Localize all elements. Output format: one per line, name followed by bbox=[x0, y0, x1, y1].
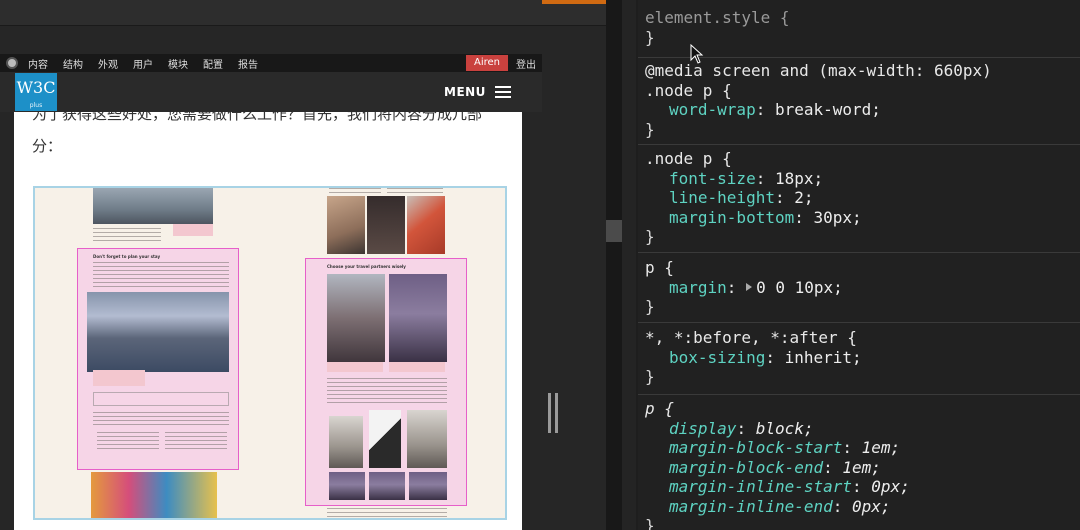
photo-dog bbox=[329, 416, 363, 468]
css-selector: p { bbox=[645, 258, 674, 277]
css-close-brace: } bbox=[645, 297, 655, 316]
admin-nav-modules[interactable]: 模块 bbox=[168, 56, 188, 71]
css-declaration: margin-inline-start: 0px; bbox=[669, 477, 910, 496]
photo-caption bbox=[93, 370, 145, 386]
text-block bbox=[93, 262, 229, 288]
admin-nav-config[interactable]: 配置 bbox=[203, 56, 223, 71]
figure-heading-right: Choose your travel partners wisely bbox=[327, 264, 406, 269]
css-rule-node-p[interactable]: .node p { font-size: 18px; line-height: … bbox=[638, 145, 1080, 253]
article-paragraph-line: 为了获得这些好处，您需要做什么工作？首先，我们将内容分成几部 bbox=[32, 112, 483, 123]
css-close-brace: } bbox=[645, 516, 655, 530]
photo-thumb bbox=[329, 472, 365, 500]
devtools-gutter bbox=[606, 0, 622, 530]
browser-top-strip bbox=[0, 0, 606, 26]
admin-user-area: Airen 登出 bbox=[465, 54, 542, 72]
photo-thumb bbox=[369, 472, 405, 500]
css-selector: .node p { bbox=[645, 149, 732, 168]
css-declaration[interactable]: line-height: 2; bbox=[645, 188, 1080, 208]
article-paragraph-line: 分： bbox=[32, 137, 63, 155]
photo-coast bbox=[389, 274, 447, 362]
site-header: W3C plus MENU bbox=[0, 72, 542, 112]
css-declaration[interactable]: font-size: 18px; bbox=[645, 169, 1080, 189]
quote-box bbox=[93, 392, 229, 406]
photo-abstract bbox=[369, 410, 401, 468]
menu-button[interactable]: MENU bbox=[444, 82, 511, 102]
css-declaration[interactable]: box-sizing: inherit; bbox=[645, 348, 1080, 368]
photo-portrait bbox=[327, 196, 365, 254]
admin-nav-reports[interactable]: 报告 bbox=[238, 56, 258, 71]
css-styles-panel: element.style { } @media screen and (max… bbox=[638, 0, 1080, 530]
css-selector: element.style { bbox=[645, 8, 790, 27]
admin-user-button[interactable]: Airen bbox=[465, 55, 508, 71]
css-rule-universal[interactable]: *, *:before, *:after { box-sizing: inher… bbox=[638, 323, 1080, 395]
admin-nav: 内容 结构 外观 用户 模块 配置 报告 bbox=[28, 56, 273, 71]
gutter-scroll-thumb[interactable] bbox=[606, 220, 622, 242]
text-block bbox=[93, 412, 229, 428]
css-declaration[interactable]: word-wrap: break-word; bbox=[645, 100, 1080, 120]
css-selector: *, *:before, *:after { bbox=[645, 328, 857, 347]
hamburger-icon bbox=[494, 85, 511, 99]
css-media-query: @media screen and (max-width: 660px) bbox=[645, 61, 992, 80]
css-declaration[interactable]: margin: 0 0 10px; bbox=[645, 278, 1080, 298]
site-logo-text: W3C bbox=[16, 78, 56, 97]
css-rule-element-style[interactable]: element.style { } bbox=[638, 0, 1080, 58]
admin-nav-people[interactable]: 用户 bbox=[133, 56, 153, 71]
admin-nav-content[interactable]: 内容 bbox=[28, 56, 48, 71]
css-selector: .node p { bbox=[645, 80, 732, 100]
site-logo-subtext: plus bbox=[29, 102, 43, 109]
css-declaration: margin-block-end: 1em; bbox=[669, 457, 881, 477]
admin-nav-structure[interactable]: 结构 bbox=[63, 56, 83, 71]
article-body: 为了获得这些好处，您需要做什么工作？首先，我们将内容分成几部 分： Don't … bbox=[14, 112, 522, 530]
css-declaration[interactable]: margin-bottom: 30px; bbox=[645, 208, 1080, 228]
text-block bbox=[327, 378, 447, 406]
figure-heading-left: Don't forget to plan your stay bbox=[93, 254, 161, 259]
screen: 内容 结构 外观 用户 模块 配置 报告 Airen 登出 W3C plus M… bbox=[0, 0, 1080, 530]
photo-street bbox=[93, 188, 213, 224]
photo-night bbox=[367, 196, 405, 254]
mouse-cursor-icon bbox=[690, 44, 704, 64]
photo-town bbox=[91, 472, 217, 518]
text-block bbox=[97, 432, 159, 452]
text-block bbox=[387, 188, 443, 196]
layout-illustration: Don't forget to plan your stay Choose yo… bbox=[33, 186, 507, 520]
expand-shorthand-icon[interactable] bbox=[746, 283, 753, 291]
photo-caption bbox=[327, 362, 383, 372]
admin-toolbar: 内容 结构 外观 用户 模块 配置 报告 Airen 登出 bbox=[0, 54, 542, 72]
text-block bbox=[329, 188, 381, 196]
browser-viewport: 内容 结构 外观 用户 模块 配置 报告 Airen 登出 W3C plus M… bbox=[0, 0, 606, 530]
css-selector: p { bbox=[645, 399, 674, 418]
site-logo[interactable]: W3C plus bbox=[15, 73, 57, 111]
css-declaration: margin-inline-end: 0px; bbox=[669, 496, 891, 516]
css-declaration: margin-block-start: 1em; bbox=[669, 438, 901, 457]
css-rule-media-node-p[interactable]: @media screen and (max-width: 660px) .no… bbox=[638, 58, 1080, 145]
menu-label: MENU bbox=[444, 85, 486, 99]
css-declaration: display: block; bbox=[669, 418, 814, 438]
text-block bbox=[93, 228, 161, 244]
css-close-brace: } bbox=[645, 119, 655, 139]
photo-sitting bbox=[407, 410, 447, 468]
devtools-sidebar-edge bbox=[622, 0, 636, 530]
logout-link[interactable]: 登出 bbox=[516, 56, 536, 71]
text-block bbox=[327, 508, 447, 518]
css-rule-user-agent-p[interactable]: p { display: block; margin-block-start: … bbox=[638, 395, 1080, 530]
photo-mountain bbox=[87, 292, 229, 372]
text-block bbox=[165, 432, 227, 452]
panel-resize-handle[interactable] bbox=[548, 393, 558, 433]
photo-couple bbox=[327, 274, 385, 362]
photo-thumb bbox=[409, 472, 447, 500]
tab-accent bbox=[542, 0, 606, 4]
css-close-brace: } bbox=[645, 27, 655, 47]
photo-caption bbox=[173, 224, 213, 236]
css-close-brace: } bbox=[645, 227, 655, 246]
css-close-brace: } bbox=[645, 367, 655, 386]
photo-food bbox=[407, 196, 445, 254]
css-rule-p-margin[interactable]: p { margin: 0 0 10px; } bbox=[638, 253, 1080, 323]
admin-nav-appearance[interactable]: 外观 bbox=[98, 56, 118, 71]
photo-caption bbox=[389, 362, 445, 372]
drupal-logo-icon[interactable] bbox=[6, 57, 18, 69]
